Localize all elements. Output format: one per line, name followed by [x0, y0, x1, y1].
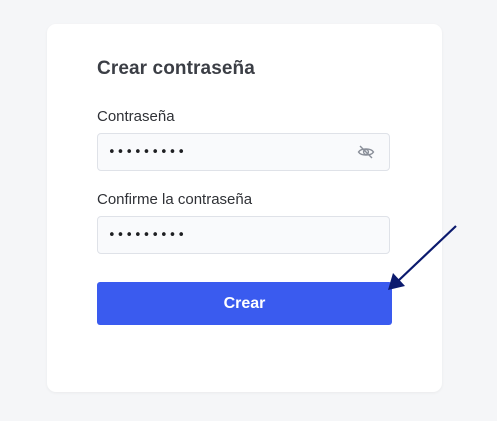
eye-slash-icon[interactable]: [357, 144, 375, 160]
create-password-card: Crear contraseña Contraseña Confirme la …: [47, 24, 442, 392]
confirm-password-label: Confirme la contraseña: [97, 191, 253, 208]
confirm-password-input[interactable]: [98, 217, 338, 253]
password-field[interactable]: [97, 133, 390, 171]
password-label: Contraseña: [97, 108, 175, 125]
form-title: Crear contraseña: [97, 58, 255, 79]
create-button[interactable]: Crear: [97, 282, 392, 325]
confirm-password-field[interactable]: [97, 216, 390, 254]
password-input[interactable]: [98, 134, 338, 170]
